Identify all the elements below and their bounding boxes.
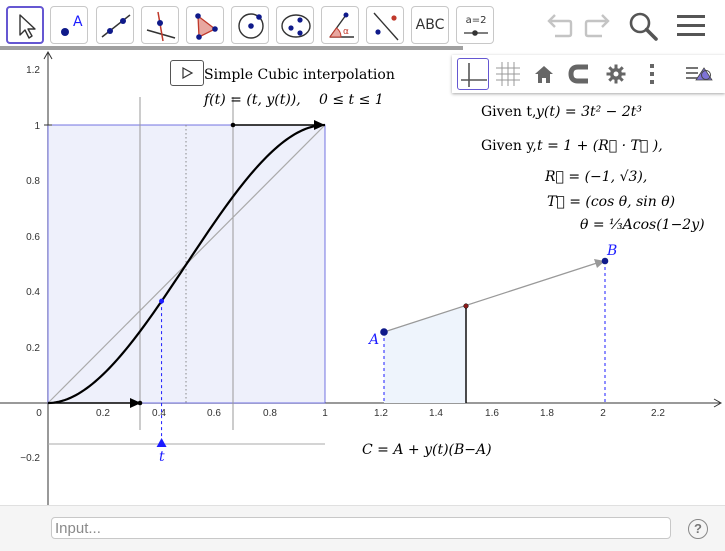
x-tick: 0.4 xyxy=(152,408,166,419)
x-tick: 1 xyxy=(322,408,328,419)
point-capturing-button[interactable] xyxy=(563,58,595,90)
perpendicular-line-icon xyxy=(146,11,176,42)
y-tick: 0.8 xyxy=(26,176,40,187)
given-t-prefix: Given t, xyxy=(481,104,536,120)
more-options-button[interactable] xyxy=(636,58,668,90)
theta-equation: θ = ⅓Acos(1−2y) xyxy=(580,217,705,233)
y-tick: 0.6 xyxy=(26,232,40,243)
x-tick: 2.2 xyxy=(651,408,665,419)
cursor-arrow-icon xyxy=(19,14,36,39)
grid-icon xyxy=(496,62,520,86)
x-tick: 0.2 xyxy=(96,408,110,419)
toolbar: A α ABC a=2 xyxy=(0,0,725,50)
input-bar: Input... ? xyxy=(0,505,725,551)
text-icon: ABC xyxy=(415,17,445,33)
y-tick: 1 xyxy=(34,121,40,132)
undo-icon[interactable] xyxy=(545,12,575,40)
y-tick: 0.4 xyxy=(26,287,40,298)
r-vector-equation: R⃗ = (−1, √3), xyxy=(544,169,647,185)
line-tool-button[interactable] xyxy=(96,6,134,44)
x-tick: 0.8 xyxy=(263,408,277,419)
style-bar-toggle-button[interactable] xyxy=(684,58,716,90)
given-y-equation: t = 1 + (R⃗ · T⃗ ), xyxy=(537,138,663,154)
algebra-input[interactable]: Input... xyxy=(51,517,671,539)
x-tick: 1.4 xyxy=(429,408,443,419)
x-tick: 1.2 xyxy=(374,408,388,419)
point-a-label: A xyxy=(367,332,379,348)
more-vertical-icon xyxy=(650,64,654,84)
given-t-equation: y(t) = 3t² − 2t³ xyxy=(535,104,642,120)
x-tick: 0.6 xyxy=(207,408,221,419)
t-vector-equation: T⃗ = (cos θ, sin θ) xyxy=(547,194,675,210)
polygon-icon xyxy=(195,13,218,40)
point-tool-button[interactable]: A xyxy=(50,6,88,44)
gear-icon xyxy=(606,64,626,84)
axes-icon xyxy=(461,63,487,87)
x-tick: 2 xyxy=(600,408,606,419)
point-c xyxy=(463,303,469,309)
help-icon[interactable]: ? xyxy=(688,519,708,539)
x-tick: 1.6 xyxy=(485,408,499,419)
graphics-style-bar xyxy=(452,55,725,93)
circle-center-point-icon xyxy=(238,13,264,39)
ab-segment xyxy=(383,261,601,333)
perpendicular-tool-button[interactable] xyxy=(141,6,179,44)
menu-icon[interactable] xyxy=(676,13,706,39)
axes-toggle-button[interactable] xyxy=(457,58,489,90)
t-slider-label: t xyxy=(159,449,165,465)
graphics-view[interactable]: t 1.2 1 0.8 0.6 0.4 0.2 −0.2 0 0.2 0.4 0… xyxy=(0,50,725,505)
slider-tool-button[interactable]: a=2 xyxy=(456,6,494,44)
c-equation: C = A + y(t)(B−A) xyxy=(362,442,492,458)
x-tick-labels: 0 0.2 0.4 0.6 0.8 1 1.2 1.4 1.6 1.8 2 2.… xyxy=(36,408,665,419)
reflect-tool-button[interactable] xyxy=(366,6,404,44)
graph-title: Simple Cubic interpolation xyxy=(204,67,395,83)
style-bar-toggle-icon xyxy=(686,67,713,81)
magnet-icon xyxy=(568,64,588,84)
circle-tool-button[interactable] xyxy=(231,6,269,44)
y-tick-labels: 1.2 1 0.8 0.6 0.4 0.2 −0.2 xyxy=(20,65,52,464)
t-slider-handle[interactable] xyxy=(156,438,167,447)
svg-text:A: A xyxy=(73,14,83,30)
given-y-prefix: Given y, xyxy=(481,138,537,154)
x-tick: 1.8 xyxy=(540,408,554,419)
point-b-label: B xyxy=(606,243,617,259)
svg-text:α: α xyxy=(343,27,349,37)
point-a[interactable] xyxy=(380,328,388,336)
y-tick: −0.2 xyxy=(20,453,40,464)
control-point-start[interactable] xyxy=(137,400,143,406)
home-icon xyxy=(535,66,553,83)
settings-button[interactable] xyxy=(600,58,632,90)
polygon-tool-button[interactable] xyxy=(186,6,224,44)
x-tick: 0 xyxy=(36,408,42,419)
ellipse-icon xyxy=(281,14,311,38)
text-tool-button[interactable]: ABC xyxy=(411,6,449,44)
move-tool-button[interactable] xyxy=(6,6,44,44)
search-icon[interactable] xyxy=(627,10,661,42)
control-point-end[interactable] xyxy=(230,122,236,128)
play-button[interactable] xyxy=(170,60,204,86)
grid-toggle-button[interactable] xyxy=(492,58,524,90)
c-region xyxy=(384,306,466,403)
standard-view-button[interactable] xyxy=(528,58,560,90)
curve-point xyxy=(159,298,165,304)
point-icon: A xyxy=(61,14,83,36)
y-tick: 0.2 xyxy=(26,343,40,354)
slider-icon: a=2 xyxy=(464,15,488,36)
reflect-about-line-icon xyxy=(373,12,399,41)
function-definition: f(t) = (t, y(t)), xyxy=(203,92,301,108)
y-tick: 1.2 xyxy=(26,65,40,76)
function-domain: 0 ≤ t ≤ 1 xyxy=(319,92,384,108)
angle-icon: α xyxy=(329,12,354,38)
play-icon xyxy=(182,66,194,80)
svg-text:a=2: a=2 xyxy=(466,15,487,26)
line-through-points-icon xyxy=(101,14,131,38)
angle-tool-button[interactable]: α xyxy=(321,6,359,44)
redo-icon[interactable] xyxy=(582,12,612,40)
conic-tool-button[interactable] xyxy=(276,6,314,44)
